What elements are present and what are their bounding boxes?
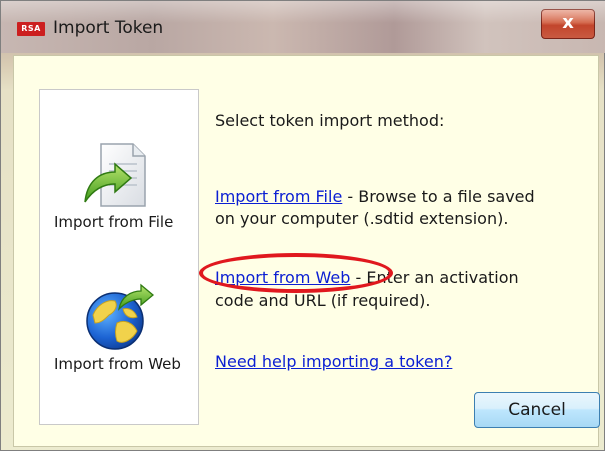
document-arrow-icon[interactable] [79, 138, 155, 214]
rsa-logo-icon: RSA [17, 22, 45, 36]
file-option-desc1: - Browse to a file saved [342, 187, 535, 206]
file-option-line1: Import from File - Browse to a file save… [215, 187, 535, 206]
title-bar: RSA Import Token x [1, 1, 605, 53]
globe-arrow-icon[interactable] [79, 279, 155, 355]
close-icon: x [562, 12, 574, 33]
import-from-web-label[interactable]: Import from Web [54, 355, 181, 373]
help-link[interactable]: Need help importing a token? [215, 352, 452, 371]
import-method-heading: Select token import method: [215, 111, 445, 130]
web-option-desc2: code and URL (if required). [215, 291, 431, 310]
highlight-oval [199, 253, 393, 293]
file-option-desc2: on your computer (.sdtid extension). [215, 209, 509, 228]
close-button[interactable]: x [541, 9, 595, 39]
cancel-button[interactable]: Cancel [474, 392, 600, 428]
import-from-file-link[interactable]: Import from File [215, 187, 342, 206]
import-token-window: RSA Import Token x Import from File Impo… [0, 0, 605, 451]
help-link-line: Need help importing a token? [215, 352, 452, 371]
window-title: Import Token [53, 18, 164, 38]
import-from-file-label[interactable]: Import from File [54, 213, 173, 231]
